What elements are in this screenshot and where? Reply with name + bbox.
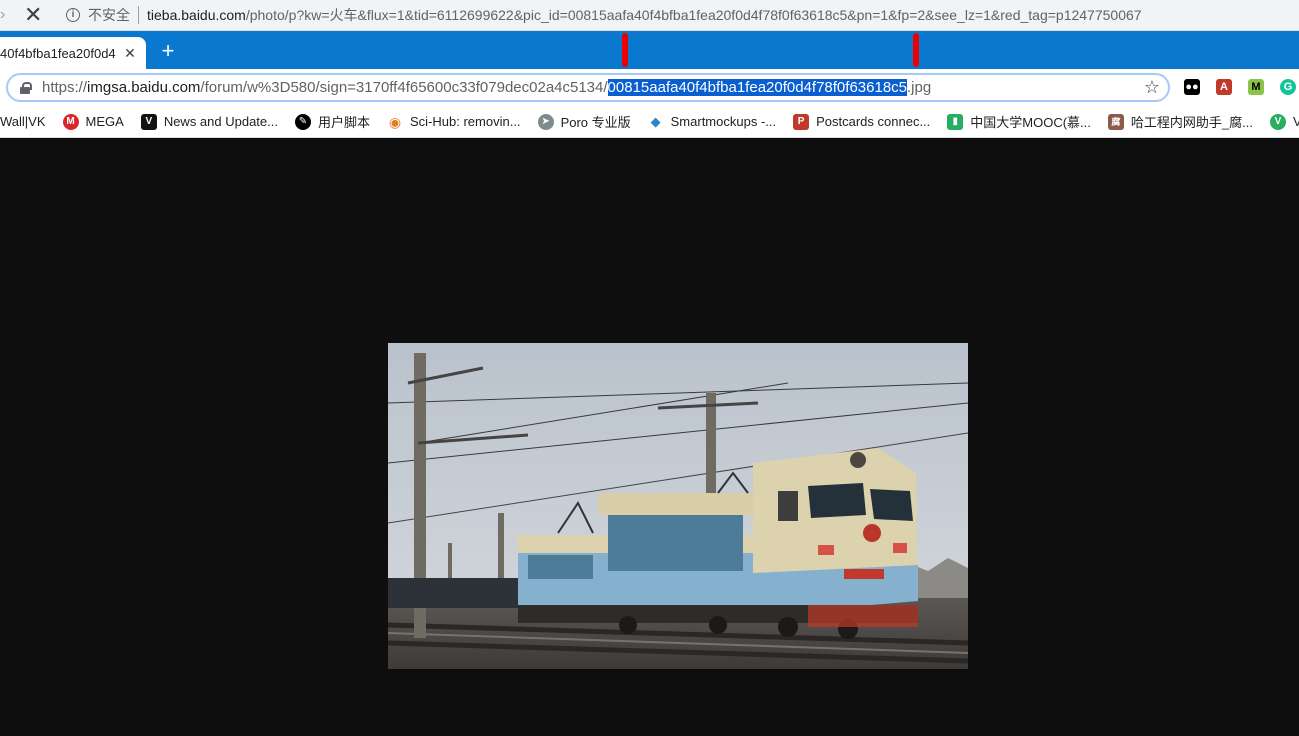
vo-icon: V <box>1269 113 1286 130</box>
url-path: /forum/w%3D580/sign=3170ff4f65600c33f079… <box>200 79 608 96</box>
bookmark-item[interactable]: ◉ Sci-Hub: removin... <box>387 113 521 130</box>
bookmark-label: 哈工程内网助手_腐... <box>1130 115 1253 130</box>
bookmark-item[interactable]: P Postcards connec... <box>793 113 931 130</box>
train-photo[interactable] <box>388 343 968 669</box>
tampermonkey-icon[interactable]: ●● <box>1184 79 1200 95</box>
address-bar[interactable]: https://imgsa.baidu.com/forum/w%3D580/si… <box>6 73 1170 102</box>
bookmark-label: Wall|VK <box>0 114 46 129</box>
electric-locomotive-image <box>388 343 968 669</box>
forward-icon[interactable]: › <box>0 6 14 24</box>
bookmark-label: Smartmockups -... <box>670 114 777 129</box>
bookmark-label: Postcards connec... <box>816 114 931 129</box>
mooc-icon: ▮ <box>947 113 964 130</box>
background-url[interactable]: tieba.baidu.com/photo/p?kw=火车&flux=1&tid… <box>147 5 1142 25</box>
bookmark-item[interactable]: V VO <box>1269 113 1299 130</box>
toolbar: https://imgsa.baidu.com/forum/w%3D580/si… <box>0 69 1299 106</box>
userscript-icon: ✎ <box>295 113 311 130</box>
url-host: tieba.baidu.com <box>147 7 246 23</box>
red-annotation-mark <box>913 33 919 67</box>
grammarly-icon[interactable]: G <box>1280 79 1296 95</box>
bookmark-label: 用户脚本 <box>318 115 371 130</box>
bookmark-star-icon[interactable]: ☆ <box>1144 77 1160 98</box>
bookmark-label: Poro 专业版 <box>560 115 631 130</box>
fu-icon: 腐 <box>1107 113 1124 130</box>
separator <box>138 6 139 24</box>
tab-title: 40f4bfba1fea20f0d4 <box>0 45 116 61</box>
v-icon: V <box>140 113 157 130</box>
url-extension: .jpg <box>907 79 932 96</box>
poro-icon: ➤ <box>537 113 554 130</box>
bookmark-label: VO <box>1293 114 1299 129</box>
bookmark-label: Sci-Hub: removin... <box>410 114 521 129</box>
bookmark-item[interactable]: Wall|VK <box>0 114 46 129</box>
bookmark-item[interactable]: ◆ Smartmockups -... <box>647 113 777 130</box>
stop-loading-icon[interactable]: ✕ <box>24 4 44 26</box>
address-url[interactable]: https://imgsa.baidu.com/forum/w%3D580/si… <box>42 79 931 96</box>
bookmark-item[interactable]: M MEGA <box>62 113 124 130</box>
bookmark-item[interactable]: V News and Update... <box>140 113 278 130</box>
acrobat-icon[interactable]: A <box>1216 79 1232 95</box>
m-extension-icon[interactable]: M <box>1248 79 1264 95</box>
bookmark-item[interactable]: ✎ 用户脚本 <box>295 112 370 131</box>
bookmarks-bar: Wall|VK M MEGA V News and Update... ✎ 用户脚本 … <box>0 106 1299 138</box>
red-annotation-mark <box>622 33 628 67</box>
mega-icon: M <box>62 113 79 130</box>
image-viewer <box>0 139 1299 736</box>
tab-strip: 40f4bfba1fea20f0d4 ✕ + <box>0 31 1299 69</box>
bookmark-label: MEGA <box>85 114 124 129</box>
scihub-icon: ◉ <box>387 113 404 130</box>
bookmark-item[interactable]: ▮ 中国大学MOOC(慕... <box>947 112 1091 131</box>
background-window-address-bar: › ✕ i 不安全 tieba.baidu.com/photo/p?kw=火车&… <box>0 0 1299 31</box>
info-icon[interactable]: i <box>66 8 80 22</box>
postcrossing-icon: P <box>793 113 810 130</box>
bookmark-item[interactable]: 腐哈工程内网助手_腐... <box>1107 112 1253 131</box>
smartmockups-icon: ◆ <box>647 113 664 130</box>
bookmark-item[interactable]: ➤ Poro 专业版 <box>537 112 631 131</box>
bookmark-label: 中国大学MOOC(慕... <box>970 115 1091 130</box>
new-tab-button[interactable]: + <box>158 40 178 62</box>
url-selected-text: 00815aafa40f4bfba1fea20f0d4f78f0f63618c5 <box>607 79 907 96</box>
lock-icon[interactable] <box>20 81 32 94</box>
close-tab-icon[interactable]: ✕ <box>122 45 138 62</box>
active-tab[interactable]: 40f4bfba1fea20f0d4 ✕ <box>0 37 146 69</box>
url-path: /photo/p?kw=火车&flux=1&tid=6112699622&pic… <box>245 7 1142 23</box>
insecure-label: 不安全 <box>88 7 130 23</box>
url-scheme: https:// <box>42 79 88 96</box>
url-host: imgsa.baidu.com <box>87 79 201 96</box>
bookmark-label: News and Update... <box>163 114 278 129</box>
